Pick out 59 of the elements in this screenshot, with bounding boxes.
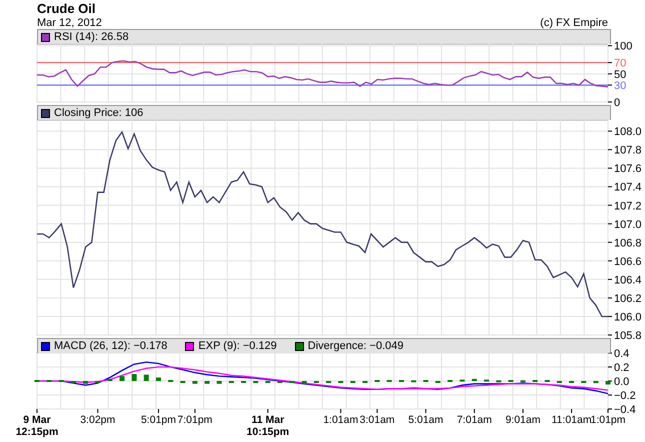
divergence-bar [520,380,526,382]
divergence-bar [460,380,465,382]
time-label: 11:01am [552,414,592,426]
divergence-bar [411,380,416,382]
divergence-bar [120,376,125,381]
time-label: 1:01am [323,414,358,426]
axis-label: 105.8 [614,330,642,342]
axis-label: 106.8 [614,237,642,250]
divergence-bar [132,374,137,381]
divergence-bar [204,381,210,384]
legend-label: RSI (14): 26.58 [54,31,129,43]
legend-label: MACD (26, 12): −0.178 [54,340,168,352]
axis-label: 107.8 [614,144,642,157]
time-label: 7:01pm [177,414,212,426]
time-label: 7:01am [456,414,492,426]
copyright-text: (c) FX Empire [540,17,608,29]
divergence-bar [216,381,222,384]
axis-label: −0.4 [614,404,636,416]
axis-label: 106.6 [614,256,642,268]
divergence-bar [192,381,198,384]
divergence-bar [606,381,610,384]
axis-label: 50 [614,68,626,81]
time-label: 3:02pm [80,414,116,426]
axis-label: 107.4 [614,182,642,194]
axis-label: 30 [614,80,626,92]
time-label: 9 Mar 12:15pm [16,414,58,438]
time-label: 5:01pm [140,414,176,426]
divergence-bar [484,380,489,382]
axis-label: −0.2 [614,390,636,402]
divergence-bar [472,378,477,381]
time-label: 11 Mar 10:15pm [246,414,290,438]
divergence-bar [593,381,598,384]
axis-label: 108.0 [614,126,642,138]
time-label: 1:01pm [590,414,626,426]
legend-label: Closing Price: 106 [54,107,144,119]
divergence-bar [83,381,88,384]
divergence-bar [144,374,149,381]
axis-label: 0.4 [614,348,630,360]
axis-label: 107.2 [614,200,642,212]
legend-label: EXP (9): −0.129 [198,340,277,352]
time-label: 3:01am [360,414,395,426]
time-label: 5:01am [408,414,444,426]
chart-date: Mar 12, 2012 [37,17,102,29]
axis-label: 0.0 [614,376,630,388]
axis-label: 0 [614,97,620,109]
axis-label: 0.2 [614,362,630,374]
axis-label: 107.0 [614,218,642,231]
axis-label: 106.0 [614,311,642,324]
divergence-bar [156,378,161,381]
legend-label: Divergence: −0.049 [308,340,404,352]
axis-label: 106.2 [614,292,642,305]
axis-label: 106.4 [614,274,642,286]
divergence-bar [107,378,112,381]
axis-label: 100 [614,40,632,53]
divergence-bar [496,380,502,382]
chart-title: Crude Oil [37,1,97,17]
time-label: 9:01am [505,414,540,426]
axis-label: 70 [614,58,626,70]
axis-label: 107.6 [614,163,642,176]
